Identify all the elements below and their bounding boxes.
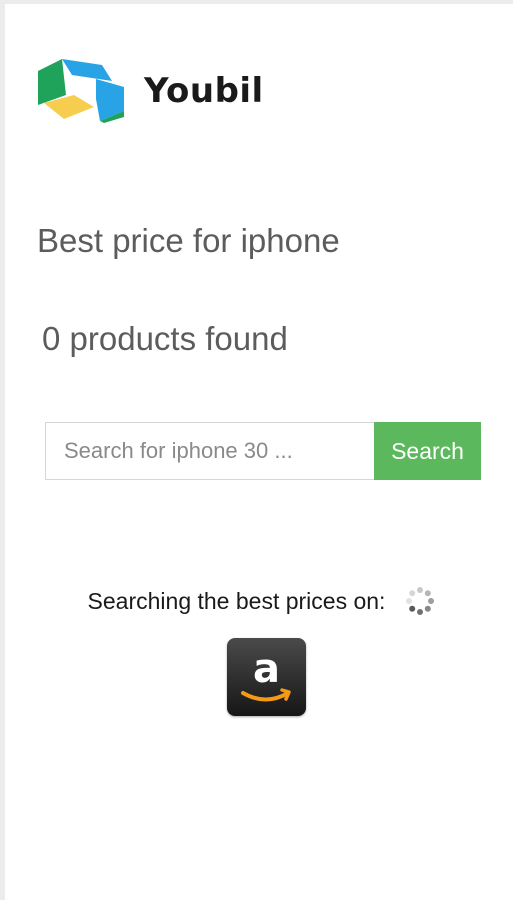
result-count: 0 products found (42, 320, 288, 357)
search-button[interactable]: Search (374, 422, 481, 480)
search-form: Search (45, 422, 481, 480)
search-status: Searching the best prices on: (5, 586, 513, 616)
header: Youbil (38, 59, 264, 123)
amazon-logo-letter: a (253, 646, 280, 692)
loading-spinner-icon (406, 587, 435, 615)
search-input[interactable] (45, 422, 374, 480)
youbil-logo-icon (38, 59, 124, 123)
brand-name: Youbil (144, 71, 264, 111)
amazon-logo-icon: a (227, 638, 306, 716)
status-text: Searching the best prices on: (87, 587, 386, 614)
popup-window: Youbil Best price for iphone 0 products … (0, 0, 513, 900)
page-title: Best price for iphone (37, 222, 340, 259)
